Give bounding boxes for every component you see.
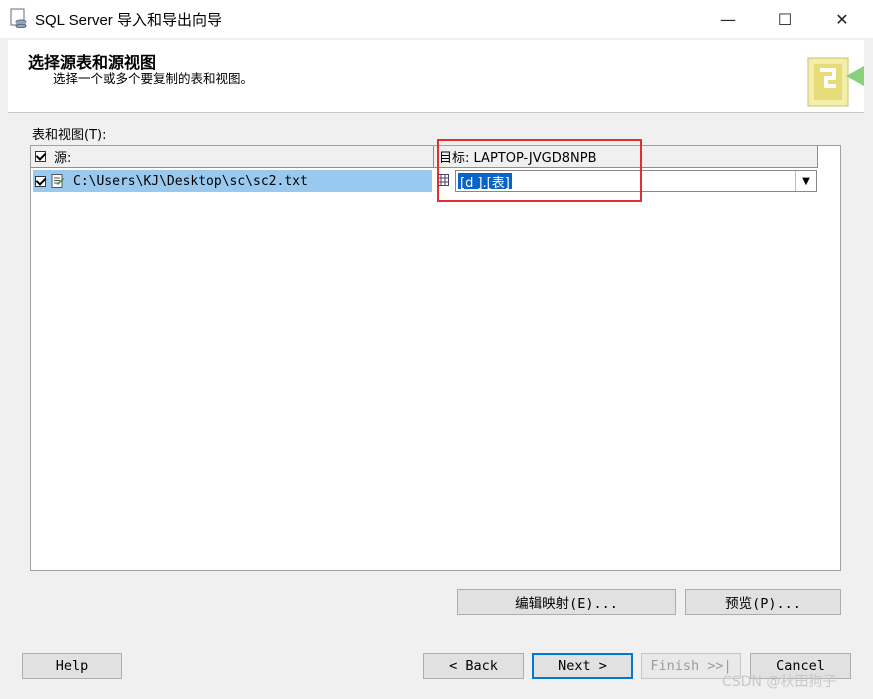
annotation-box <box>437 139 642 202</box>
table-row[interactable]: C:\Users\KJ\Desktop\sc\sc2.txt <box>33 170 432 192</box>
next-button[interactable]: Next > <box>532 653 633 679</box>
minimize-button[interactable]: — <box>699 0 757 38</box>
app-icon <box>10 8 27 28</box>
close-button[interactable]: ✕ <box>813 0 871 38</box>
tables-views-label: 表和视图(T): <box>32 128 107 143</box>
tables-grid: 源: 目标: LAPTOP-JVGD8NPB C:\Users\KJ\Deskt… <box>30 145 841 571</box>
edit-mappings-button[interactable]: 编辑映射(E)... <box>457 589 676 615</box>
wizard-header: 选择源表和源视图 选择一个或多个要复制的表和视图。 <box>8 40 864 113</box>
wizard-graphic-icon <box>807 57 864 107</box>
window-title: SQL Server 导入和导出向导 <box>35 12 222 29</box>
row-checkbox[interactable] <box>35 175 46 187</box>
maximize-button[interactable]: ☐ <box>756 0 814 38</box>
page-subtitle: 选择一个或多个要复制的表和视图。 <box>53 71 254 86</box>
column-header-source[interactable]: 源: <box>31 146 434 168</box>
back-button[interactable]: < Back <box>423 653 524 679</box>
source-column-label: 源: <box>54 151 72 166</box>
preview-button[interactable]: 预览(P)... <box>685 589 841 615</box>
help-button[interactable]: Help <box>22 653 122 679</box>
select-all-checkbox[interactable] <box>35 151 46 162</box>
watermark: CSDN @秋田狗子 <box>722 674 837 690</box>
title-bar: SQL Server 导入和导出向导 — ☐ ✕ <box>0 0 873 38</box>
text-file-icon <box>51 174 64 188</box>
chevron-down-icon[interactable]: ▼ <box>795 171 816 191</box>
source-path: C:\Users\KJ\Desktop\sc\sc2.txt <box>73 173 308 189</box>
